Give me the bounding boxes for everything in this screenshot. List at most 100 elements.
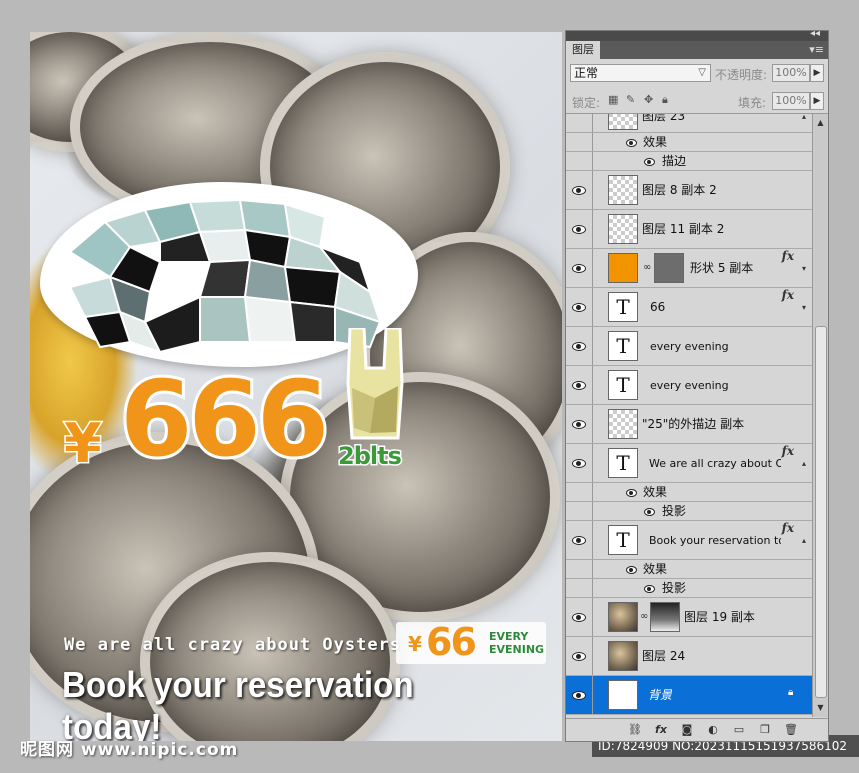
add-style-icon[interactable]: fx xyxy=(654,723,668,737)
layer-name: Book your reservation to... xyxy=(649,534,781,547)
fx-icon[interactable]: fx xyxy=(782,288,794,302)
scroll-thumb[interactable] xyxy=(815,326,827,698)
layer-name: 背景 xyxy=(648,688,673,702)
bottle-illustration xyxy=(346,328,404,440)
expand-arrow-icon[interactable]: ▴ xyxy=(802,444,806,483)
effect-row[interactable]: 投影 xyxy=(566,502,812,521)
lock-transparency-icon[interactable]: ▦ xyxy=(608,94,620,106)
visibility-eye-icon[interactable] xyxy=(572,224,586,234)
vector-mask-thumbnail xyxy=(654,253,684,283)
layer-row[interactable]: 图层 8 副本 2 xyxy=(566,171,812,210)
price-value: 666 xyxy=(117,355,332,483)
fx-icon[interactable]: fx xyxy=(782,444,794,458)
tab-layers[interactable]: 图层 xyxy=(566,41,600,59)
layer-row[interactable]: T every evening xyxy=(566,327,812,366)
visibility-eye-icon[interactable] xyxy=(572,458,586,468)
layer-row[interactable]: T every evening xyxy=(566,366,812,405)
visibility-eye-icon[interactable] xyxy=(572,651,586,661)
effects-label: 效果 xyxy=(643,485,668,499)
fill-arrow-icon[interactable]: ▶ xyxy=(810,92,824,110)
visibility-eye-icon[interactable] xyxy=(626,564,640,574)
layer-name: 图层 11 副本 2 xyxy=(642,222,725,236)
scroll-down-icon[interactable]: ▼ xyxy=(813,701,828,715)
layer-row[interactable]: 图层 11 副本 2 xyxy=(566,210,812,249)
visibility-eye-icon[interactable] xyxy=(572,612,586,622)
effect-row[interactable]: 投影 xyxy=(566,579,812,598)
panel-footer: ⛓ fx ◙ ◐ ▭ ❐ 🗑︎ xyxy=(566,718,828,741)
layer-name: We are all crazy about O... xyxy=(649,457,781,470)
layer-thumbnail xyxy=(608,114,638,130)
visibility-eye-icon[interactable] xyxy=(572,690,586,700)
visibility-eye-icon[interactable] xyxy=(572,535,586,545)
layer-row[interactable]: T 66 fx ▾ xyxy=(566,288,812,327)
visibility-eye-icon[interactable] xyxy=(572,419,586,429)
effects-row[interactable]: 效果 xyxy=(566,560,812,579)
scroll-up-icon[interactable]: ▲ xyxy=(813,116,828,130)
visibility-eye-icon[interactable] xyxy=(644,506,658,516)
layer-row[interactable]: 图层 24 xyxy=(566,637,812,676)
layer-row[interactable]: T Book your reservation to... fx ▴ xyxy=(566,521,812,560)
layer-row[interactable]: T We are all crazy about O... fx ▴ xyxy=(566,444,812,483)
lock-move-icon[interactable]: ✥ xyxy=(644,94,656,106)
visibility-eye-icon[interactable] xyxy=(644,156,658,166)
effect-name: 投影 xyxy=(662,504,687,518)
panel-menu-icon[interactable]: ▾≡ xyxy=(809,43,824,56)
visibility-eye-icon[interactable] xyxy=(572,380,586,390)
expand-arrow-icon[interactable]: ▾ xyxy=(802,249,806,288)
promo-number: 66 xyxy=(426,620,477,664)
fx-icon[interactable]: fx xyxy=(782,249,794,263)
layer-row-background[interactable]: 背景 🔒︎ xyxy=(566,676,812,715)
layer-thumbnail xyxy=(608,602,638,632)
lock-paint-icon[interactable]: ✎ xyxy=(626,94,638,106)
visibility-eye-icon[interactable] xyxy=(626,487,640,497)
opacity-arrow-icon[interactable]: ▶ xyxy=(810,64,824,82)
promo-line-1: EVERY xyxy=(489,630,529,643)
layer-row[interactable]: ∞ 形状 5 副本 fx ▾ xyxy=(566,249,812,288)
effects-label: 效果 xyxy=(643,562,668,576)
panel-titlebar[interactable]: ◂◂ xyxy=(566,28,828,41)
layer-row[interactable]: "25"的外描边 副本 xyxy=(566,405,812,444)
visibility-eye-icon[interactable] xyxy=(572,263,586,273)
layers-panel: ◂◂ 图层 ▾≡ 正常 ▽ 不透明度: 100% ▶ 锁定: ▦ ✎ ✥ 🔒︎ … xyxy=(565,28,829,742)
visibility-eye-icon[interactable] xyxy=(572,185,586,195)
blend-mode-select[interactable]: 正常 ▽ xyxy=(570,64,711,82)
new-layer-icon[interactable]: ❐ xyxy=(758,723,772,737)
visibility-eye-icon[interactable] xyxy=(572,341,586,351)
layer-name: 图层 24 xyxy=(642,649,686,663)
collapse-icon[interactable]: ◂◂ xyxy=(810,28,820,39)
effect-row[interactable]: 描边 xyxy=(566,152,812,171)
layer-row[interactable]: ∞ 图层 19 副本 xyxy=(566,598,812,637)
effects-row[interactable]: 效果 xyxy=(566,483,812,502)
opacity-label: 不透明度: xyxy=(715,68,768,82)
chevron-down-icon: ▽ xyxy=(698,67,706,78)
layer-row[interactable]: 图层 23 fx ▴ xyxy=(566,114,812,133)
add-mask-icon[interactable]: ◙ xyxy=(680,723,694,737)
layer-name: 66 xyxy=(650,300,666,314)
visibility-eye-icon[interactable] xyxy=(626,137,640,147)
fx-icon[interactable]: fx xyxy=(782,521,794,535)
effect-name: 投影 xyxy=(662,581,687,595)
lock-icon: 🔒︎ xyxy=(788,687,794,698)
layer-list-scrollbar[interactable]: ▲ ▼ xyxy=(812,114,828,717)
promo-badge: ¥ 66 EVERY EVENING xyxy=(396,620,546,664)
lock-row: 锁定: ▦ ✎ ✥ 🔒︎ 填充: 100% ▶ xyxy=(566,89,828,114)
expand-arrow-icon[interactable]: ▾ xyxy=(802,288,806,327)
blend-row: 正常 ▽ 不透明度: 100% ▶ xyxy=(566,61,828,85)
promo-line-2: EVENING xyxy=(489,643,545,656)
document-canvas[interactable]: ¥ 666 2blts We are all crazy about Oyste… xyxy=(30,32,562,741)
layer-name: every evening xyxy=(650,340,729,353)
opacity-input[interactable]: 100% xyxy=(772,64,810,82)
link-layers-icon[interactable]: ⛓ xyxy=(628,723,642,737)
adjustment-layer-icon[interactable]: ◐ xyxy=(706,723,720,737)
visibility-eye-icon[interactable] xyxy=(572,302,586,312)
effects-row[interactable]: 效果 xyxy=(566,133,812,152)
lock-all-icon[interactable]: 🔒︎ xyxy=(662,94,674,106)
layer-thumbnail xyxy=(608,680,638,710)
panel-tabbar: 图层 ▾≡ xyxy=(566,41,828,59)
visibility-eye-icon[interactable] xyxy=(644,583,658,593)
expand-arrow-icon[interactable]: ▴ xyxy=(802,521,806,560)
trash-icon[interactable]: 🗑︎ xyxy=(784,723,798,737)
new-group-icon[interactable]: ▭ xyxy=(732,723,746,737)
fill-input[interactable]: 100% xyxy=(772,92,810,110)
layer-mask-thumbnail xyxy=(650,602,680,632)
